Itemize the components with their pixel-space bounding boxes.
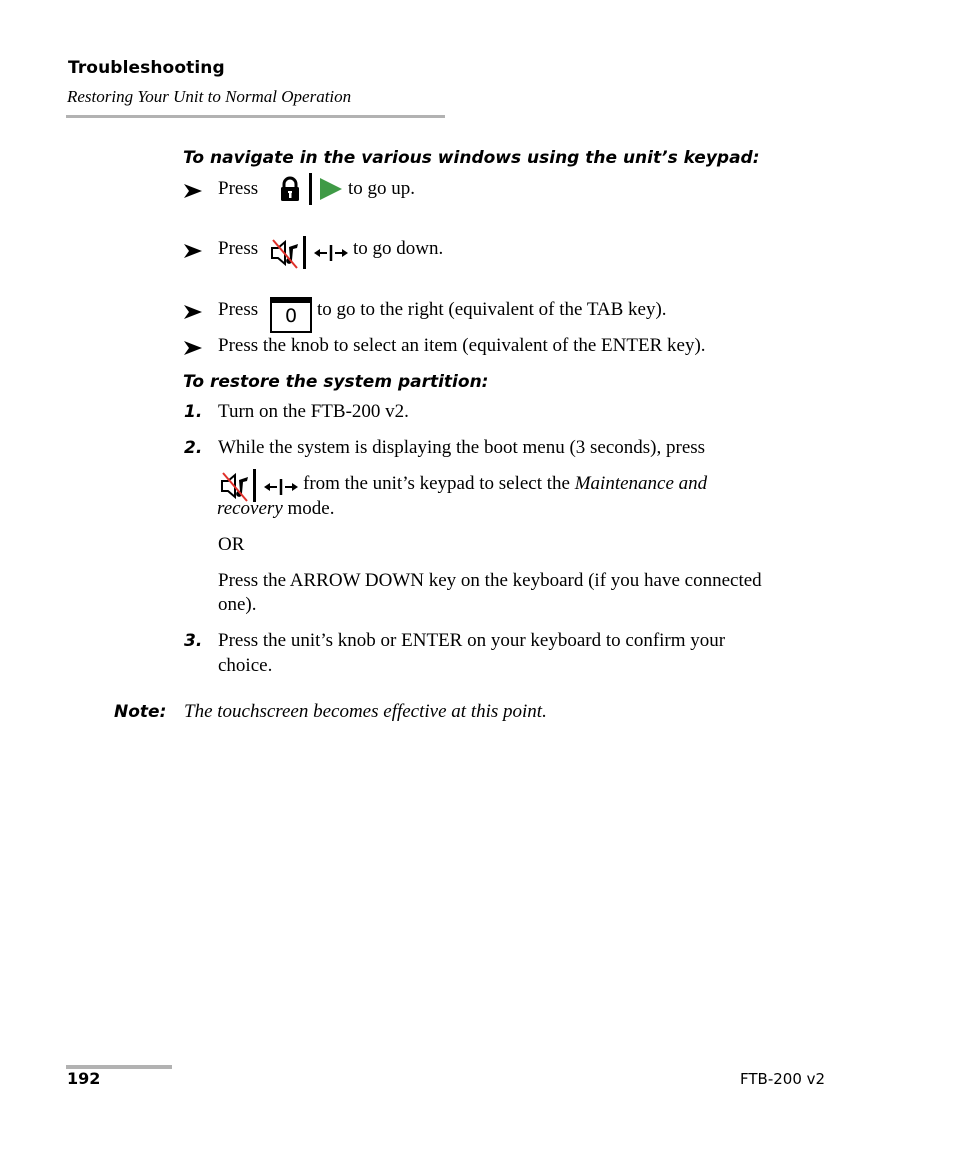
step2-cont-text: from the unit’s keypad to select the: [303, 473, 570, 494]
item4-text: Press the knob to select an item (equiva…: [218, 335, 706, 356]
step2-end-text: mode.: [287, 498, 335, 519]
item2-suffix: to go down.: [353, 238, 444, 259]
bullet-arrow-icon: [184, 341, 202, 355]
note-text: The touchscreen becomes effective at thi…: [184, 701, 547, 722]
item1-suffix: to go up.: [348, 178, 416, 199]
restore-procedure-title: To restore the system partition:: [183, 372, 489, 392]
step2-emphasis-line2: recovery: [217, 498, 283, 519]
bullet-arrow-icon: [184, 244, 202, 258]
chapter-title: Troubleshooting: [68, 58, 225, 78]
item1-prefix: Press: [218, 178, 259, 199]
step3-number: 3.: [184, 631, 203, 651]
separator-bar: [303, 236, 306, 269]
step2-alt-line2: one).: [218, 594, 257, 615]
step2-number: 2.: [184, 438, 203, 458]
page-number: 192: [67, 1069, 101, 1088]
left-right-arrows-icon: [314, 245, 348, 261]
step1-number: 1.: [184, 402, 203, 422]
bullet-arrow-icon: [184, 184, 202, 198]
lock-icon: [281, 176, 299, 201]
section-title: Restoring Your Unit to Normal Operation: [67, 87, 352, 106]
navigate-procedure-title: To navigate in the various windows using…: [183, 148, 760, 168]
step2-alt-line1: Press the ARROW DOWN key on the keyboard…: [218, 570, 762, 591]
bullet-arrow-icon: [184, 305, 202, 319]
step3-line2: choice.: [218, 655, 273, 676]
note-label: Note:: [114, 702, 167, 722]
step2-text: While the system is displaying the boot …: [218, 437, 706, 458]
zero-key-icon: 0: [270, 297, 312, 333]
step2-emphasis-line1: Maintenance and: [574, 473, 708, 494]
item3-suffix: to go to the right (equivalent of the TA…: [317, 299, 667, 320]
play-arrow-icon: [320, 178, 342, 200]
separator-bar: [309, 173, 312, 205]
document-name: FTB-200 v2: [740, 1070, 826, 1088]
mute-speaker-icon: [271, 239, 298, 269]
step3-line1: Press the unit’s knob or ENTER on your k…: [218, 630, 726, 651]
item2-prefix: Press: [218, 238, 259, 259]
step2-or: OR: [218, 534, 245, 555]
header-rule: [66, 115, 445, 118]
left-right-arrows-icon: [264, 479, 298, 495]
item3-prefix: Press: [218, 299, 259, 320]
step1-text: Turn on the FTB-200 v2.: [218, 401, 409, 422]
